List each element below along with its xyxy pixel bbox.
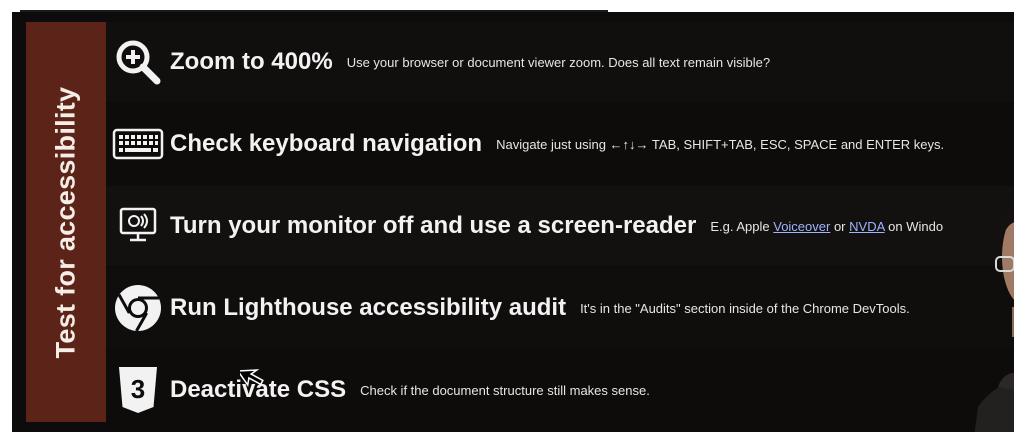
row-heading: Zoom to 400% bbox=[170, 48, 333, 75]
presenter-webcam bbox=[932, 187, 1014, 432]
slide: Test for accessibility Zoom to 400% Use … bbox=[12, 12, 1014, 432]
css3-icon: 3 bbox=[112, 364, 164, 416]
checklist-row-screen-reader: Turn your monitor off and use a screen-r… bbox=[106, 186, 1014, 266]
row-heading: Run Lighthouse accessibility audit bbox=[170, 294, 567, 321]
chrome-icon bbox=[112, 282, 164, 334]
screen-reader-monitor-icon bbox=[112, 200, 164, 252]
bottom-border bbox=[0, 432, 1014, 440]
row-description: Check if the document structure still ma… bbox=[360, 382, 650, 398]
voiceover-link[interactable]: Voiceover bbox=[773, 219, 830, 234]
row-description: E.g. Apple Voiceover or NVDA on Windo bbox=[710, 219, 943, 234]
row-heading: Turn your monitor off and use a screen-r… bbox=[170, 212, 697, 239]
top-bar bbox=[8, 0, 1008, 13]
svg-text:3: 3 bbox=[131, 374, 145, 404]
side-title: Test for accessibility bbox=[26, 22, 106, 422]
zoom-in-icon bbox=[112, 36, 164, 88]
row-heading: Check keyboard navigation bbox=[170, 130, 483, 157]
row-description: Navigate just using ←↑↓→ TAB, SHIFT+TAB,… bbox=[496, 136, 945, 152]
mouse-cursor bbox=[236, 362, 286, 413]
desc-prefix: E.g. Apple bbox=[710, 218, 770, 234]
desc-mid: or bbox=[833, 218, 846, 234]
nvda-link[interactable]: NVDA bbox=[849, 219, 884, 234]
side-title-text: Test for accessibility bbox=[50, 86, 81, 358]
checklist-row-lighthouse: Run Lighthouse accessibility audit It's … bbox=[106, 268, 1014, 348]
checklist-row-keyboard: Check keyboard navigation Navigate just … bbox=[106, 104, 1014, 184]
row-description: Use your browser or document viewer zoom… bbox=[346, 54, 771, 70]
row-description: It's in the "Audits" section inside of t… bbox=[580, 300, 910, 316]
checklist-row-zoom: Zoom to 400% Use your browser or documen… bbox=[106, 22, 1014, 102]
keyboard-icon bbox=[112, 118, 164, 170]
